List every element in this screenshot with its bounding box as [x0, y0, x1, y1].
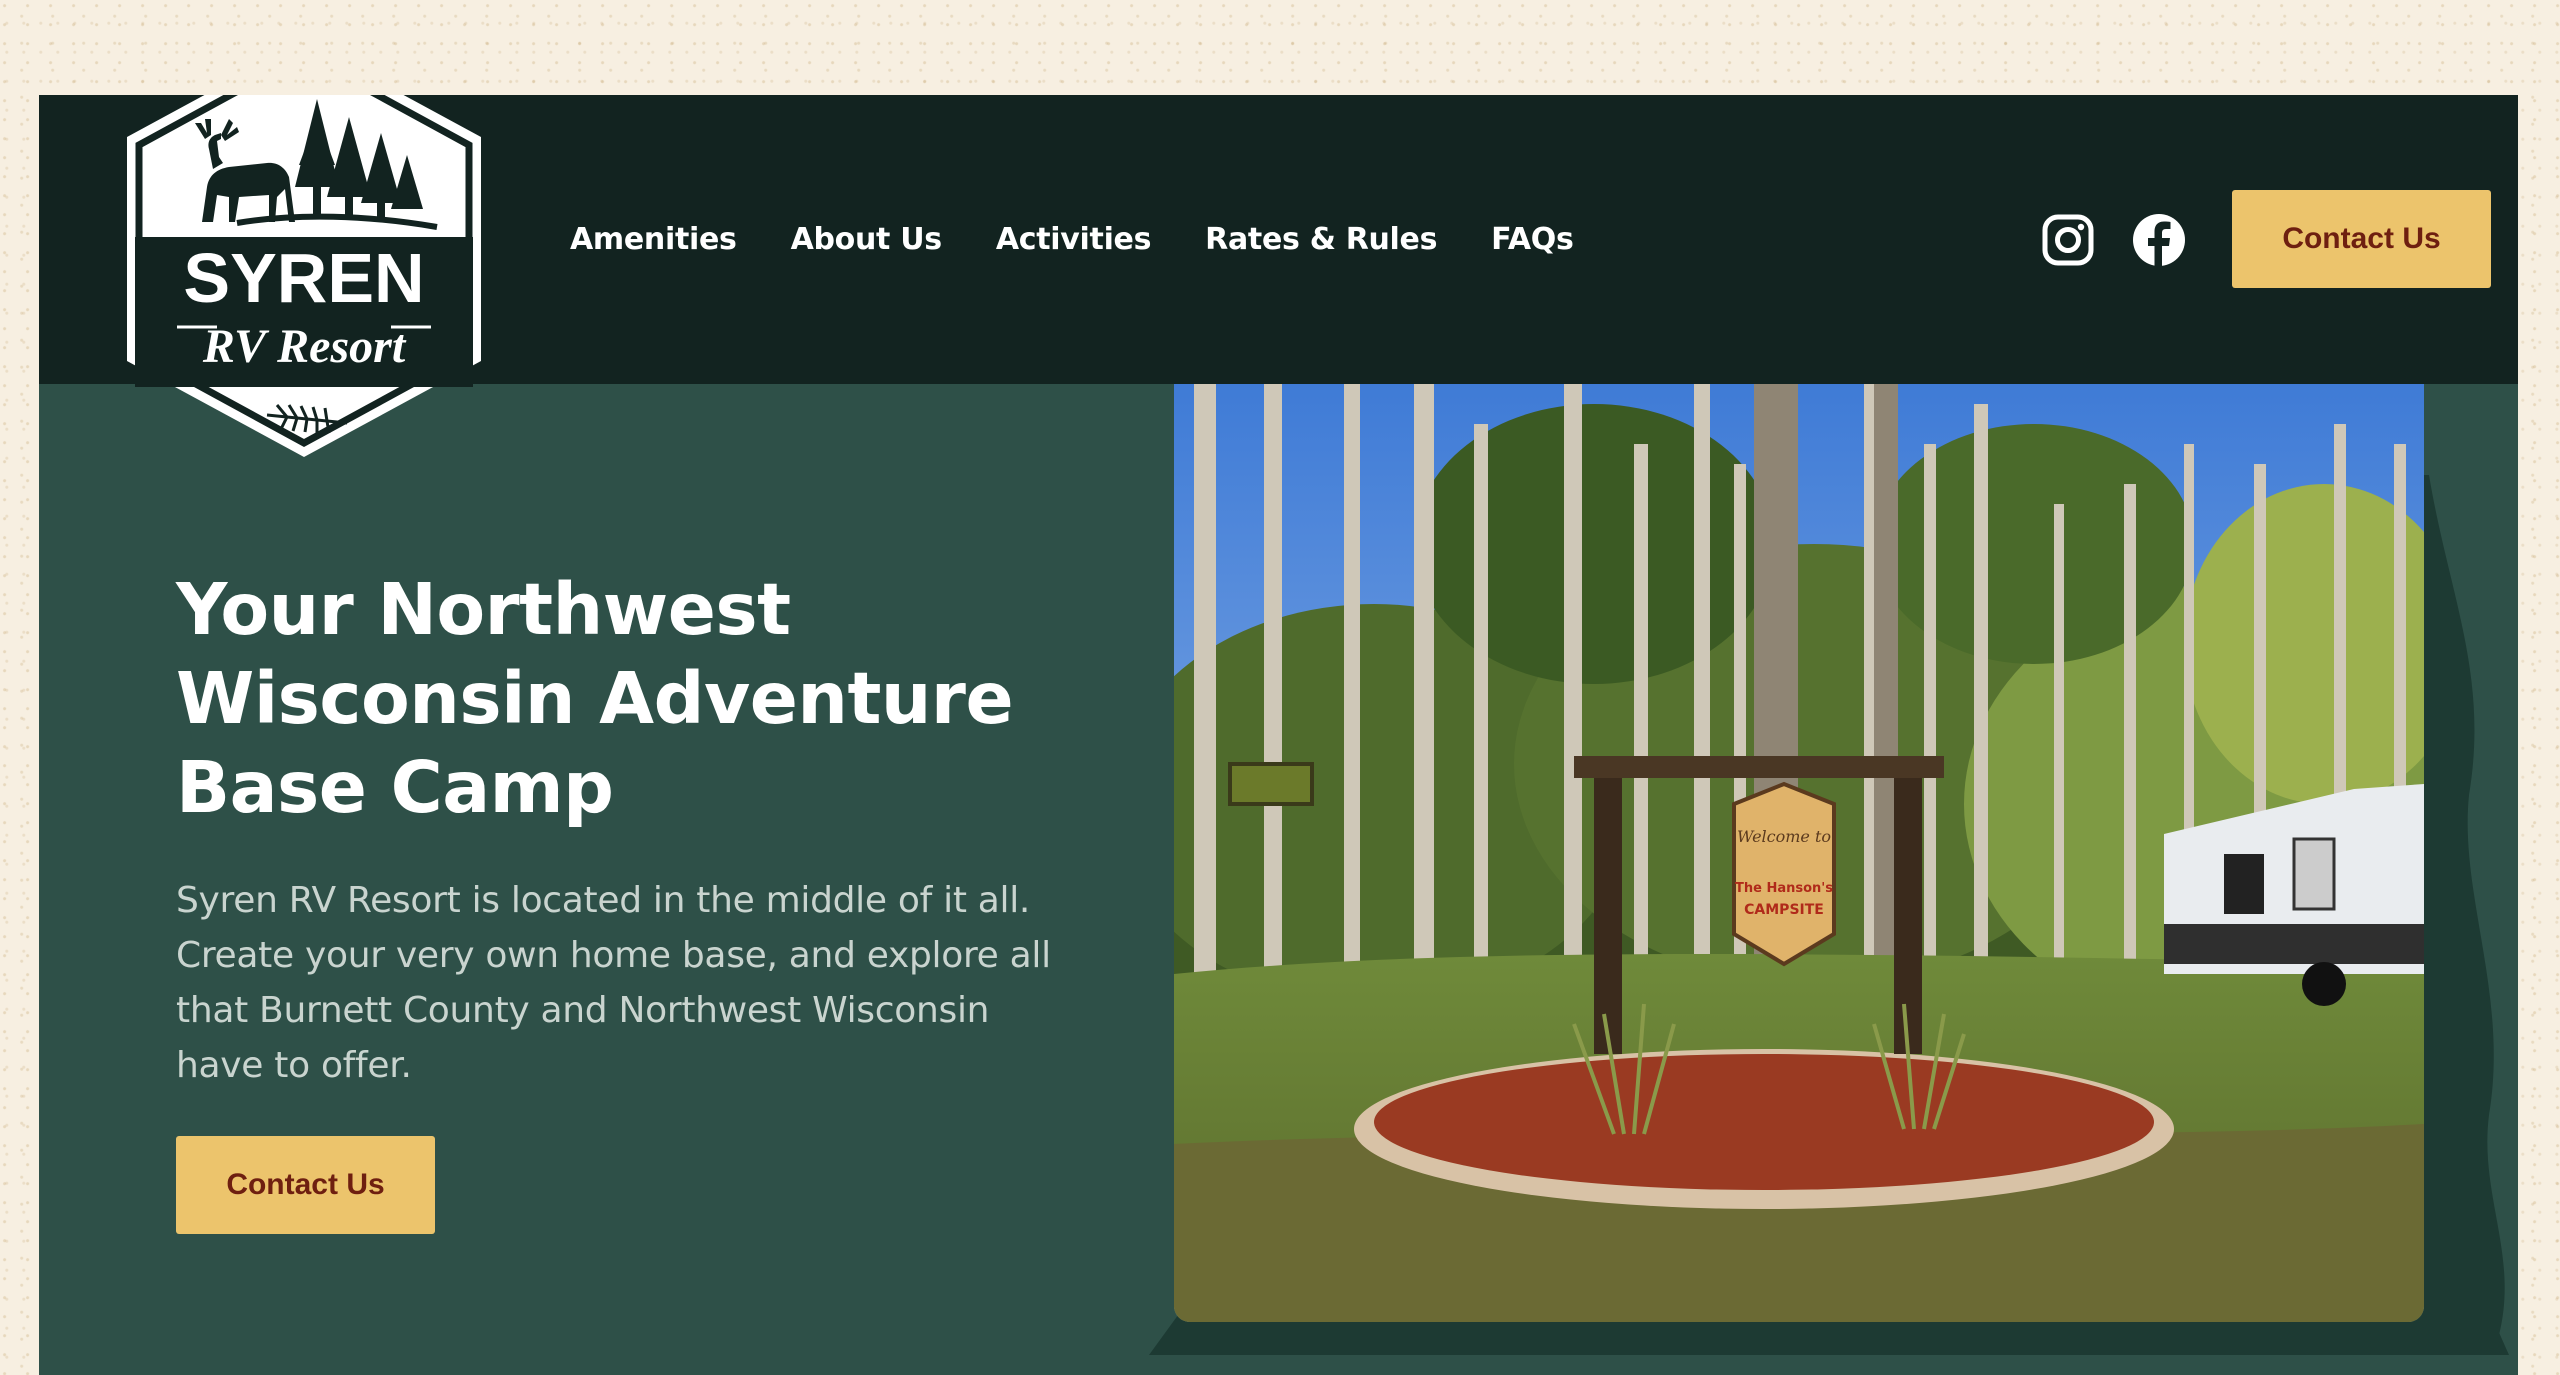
hero-title-line-2: Wisconsin Adventure: [176, 657, 1014, 740]
header-contact-button[interactable]: Contact Us: [2232, 190, 2491, 288]
nav-item-about-us[interactable]: About Us: [791, 222, 943, 257]
site-frame: Amenities About Us Activities Rates & Ru…: [39, 95, 2518, 1375]
site-logo[interactable]: SYREN RV Resort: [117, 95, 491, 461]
hero-title-line-1: Your Northwest: [176, 568, 791, 651]
nav-item-activities[interactable]: Activities: [996, 222, 1152, 257]
instagram-icon[interactable]: [2041, 213, 2095, 267]
hero-text-line-4: have to offer.: [176, 1045, 412, 1086]
nav-item-faqs[interactable]: FAQs: [1491, 222, 1574, 257]
nav-item-rates-rules[interactable]: Rates & Rules: [1205, 222, 1437, 257]
welcome-sign: Welcome to The Hanson's CAMPSITE: [1732, 781, 1836, 967]
hero-description: Syren RV Resort is located in the middle…: [176, 873, 1136, 1093]
hero-title-line-3: Base Camp: [176, 746, 614, 829]
nav-item-amenities[interactable]: Amenities: [570, 222, 737, 257]
hero-text-line-1: Syren RV Resort is located in the middle…: [176, 880, 1031, 921]
facebook-icon[interactable]: [2132, 213, 2186, 267]
sign-text-3: CAMPSITE: [1744, 902, 1824, 918]
sign-text-2: The Hanson's: [1735, 881, 1833, 896]
logo-text-rv-resort: RV Resort: [202, 320, 407, 373]
hero-campsite-photo: Welcome to The Hanson's CAMPSITE: [1174, 384, 2424, 1322]
logo-text-syren: SYREN: [183, 239, 424, 317]
hero-title: Your Northwest Wisconsin Adventure Base …: [176, 565, 1156, 832]
sign-text-1: Welcome to: [1737, 827, 1831, 846]
hero-text-line-3: that Burnett County and Northwest Wiscon…: [176, 990, 990, 1031]
hero-contact-button[interactable]: Contact Us: [176, 1136, 435, 1234]
main-nav: Amenities About Us Activities Rates & Ru…: [570, 95, 1628, 384]
hero-text-line-2: Create your very own home base, and expl…: [176, 935, 1051, 976]
